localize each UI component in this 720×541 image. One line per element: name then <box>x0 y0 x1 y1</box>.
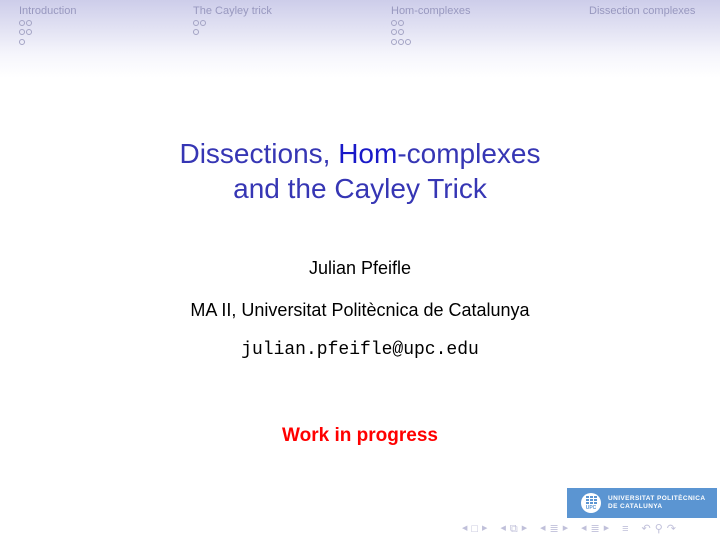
subsubsection-icon[interactable]: ≣ <box>590 520 599 538</box>
document-icon[interactable]: ≡ <box>622 520 628 538</box>
title-text: Dissections, <box>179 138 339 169</box>
upc-logo: UPC UNIVERSITAT POLITÈCNICA DE CATALUNYA <box>567 488 717 518</box>
slide-bullet[interactable] <box>391 19 397 26</box>
next-section-icon[interactable]: ▶ <box>563 520 568 538</box>
document-navigation: ≡ <box>620 520 630 538</box>
title-text: -complexes <box>397 138 541 169</box>
tools-navigation: ↶ ⚲ ↷ <box>640 520 679 538</box>
next-subsubsection-icon[interactable]: ▶ <box>604 520 609 538</box>
prev-subsubsection-icon[interactable]: ◀ <box>581 520 586 538</box>
institute: MA II, Universitat Politècnica de Catalu… <box>190 300 530 320</box>
slide-bullet[interactable] <box>391 29 397 36</box>
upc-logo-line-1: UNIVERSITAT POLITÈCNICA <box>608 495 706 502</box>
slide-bullets-row <box>391 37 470 47</box>
slide-bullet[interactable] <box>193 19 199 26</box>
nav-section-title[interactable]: Dissection complexes <box>589 5 695 18</box>
slide-bullet[interactable] <box>200 19 206 26</box>
nav-section-title[interactable]: Hom-complexes <box>391 5 470 18</box>
slide-bullets-row <box>391 28 470 38</box>
section-navigation: ◀ ≣ ▶ <box>538 520 570 538</box>
subsection-icon[interactable]: ⧉ <box>510 520 518 538</box>
slide-bullet[interactable] <box>398 29 404 36</box>
upc-logo-text: UNIVERSITAT POLITÈCNICA DE CATALUNYA <box>608 495 705 511</box>
slide-bullet[interactable] <box>19 29 25 36</box>
presentation-title: Dissections, Hom-complexes and the Cayle… <box>0 136 720 206</box>
nav-section-cayley-trick[interactable]: The Cayley trick <box>193 5 272 37</box>
slide-bullets-row <box>391 18 470 28</box>
slide-bullet[interactable] <box>19 38 25 45</box>
slide-bullet[interactable] <box>26 19 32 26</box>
slide-bullets-row <box>193 18 272 28</box>
frame-icon[interactable]: □ <box>471 520 478 538</box>
author-name: Julian Pfeifle <box>308 258 412 278</box>
author-email: julian.pfeifle@upc.edu <box>241 340 479 360</box>
section-icon[interactable]: ≣ <box>549 520 558 538</box>
slide-bullets-row <box>19 37 76 47</box>
slide-bullet[interactable] <box>398 38 404 45</box>
slide-bullets-row <box>19 18 76 28</box>
nav-section-hom-complexes[interactable]: Hom-complexes <box>391 5 470 47</box>
nav-section-title[interactable]: Introduction <box>19 5 76 18</box>
prev-subsection-icon[interactable]: ◀ <box>500 520 505 538</box>
prev-section-icon[interactable]: ◀ <box>540 520 545 538</box>
status-note: Work in progress <box>282 425 438 446</box>
slide-bullet[interactable] <box>405 38 411 45</box>
upc-emblem-text: UPC <box>585 505 597 511</box>
search-icon[interactable]: ⚲ <box>655 520 663 538</box>
back-icon[interactable]: ↶ <box>642 520 651 538</box>
nav-section-title[interactable]: The Cayley trick <box>193 5 272 18</box>
slide-bullet[interactable] <box>193 29 199 36</box>
frame-navigation: ◀ □ ▶ <box>460 520 489 538</box>
title-line-2: and the Cayley Trick <box>233 173 487 204</box>
forward-icon[interactable]: ↷ <box>667 520 676 538</box>
upc-emblem-icon: UPC <box>581 493 601 513</box>
upc-logo-line-2: DE CATALUNYA <box>608 503 663 510</box>
beamer-navigation-symbols: ◀ □ ▶ ◀ ⧉ ▶ ◀ ≣ ▶ ◀ ≣ ▶ ≡ ↶ ⚲ ↷ <box>460 520 718 538</box>
next-subsection-icon[interactable]: ▶ <box>522 520 527 538</box>
section-navigation-bar: Introduction The Cayley trick Hom-comple… <box>0 0 720 78</box>
subsection-navigation: ◀ ⧉ ▶ <box>498 520 529 538</box>
prev-frame-icon[interactable]: ◀ <box>462 520 467 538</box>
slide-bullet[interactable] <box>398 19 404 26</box>
slide-bullet[interactable] <box>26 29 32 36</box>
slide-bullets-row <box>19 28 76 38</box>
subsubsection-navigation: ◀ ≣ ▶ <box>579 520 611 538</box>
nav-section-dissection-complexes[interactable]: Dissection complexes <box>589 5 695 18</box>
slide-bullet[interactable] <box>391 38 397 45</box>
next-frame-icon[interactable]: ▶ <box>482 520 487 538</box>
nav-section-introduction[interactable]: Introduction <box>19 5 76 47</box>
slide-bullets-row <box>193 28 272 38</box>
title-highlight: Hom <box>338 138 398 169</box>
title-line-1: Dissections, Hom-complexes <box>0 136 720 171</box>
slide-bullet[interactable] <box>19 19 25 26</box>
